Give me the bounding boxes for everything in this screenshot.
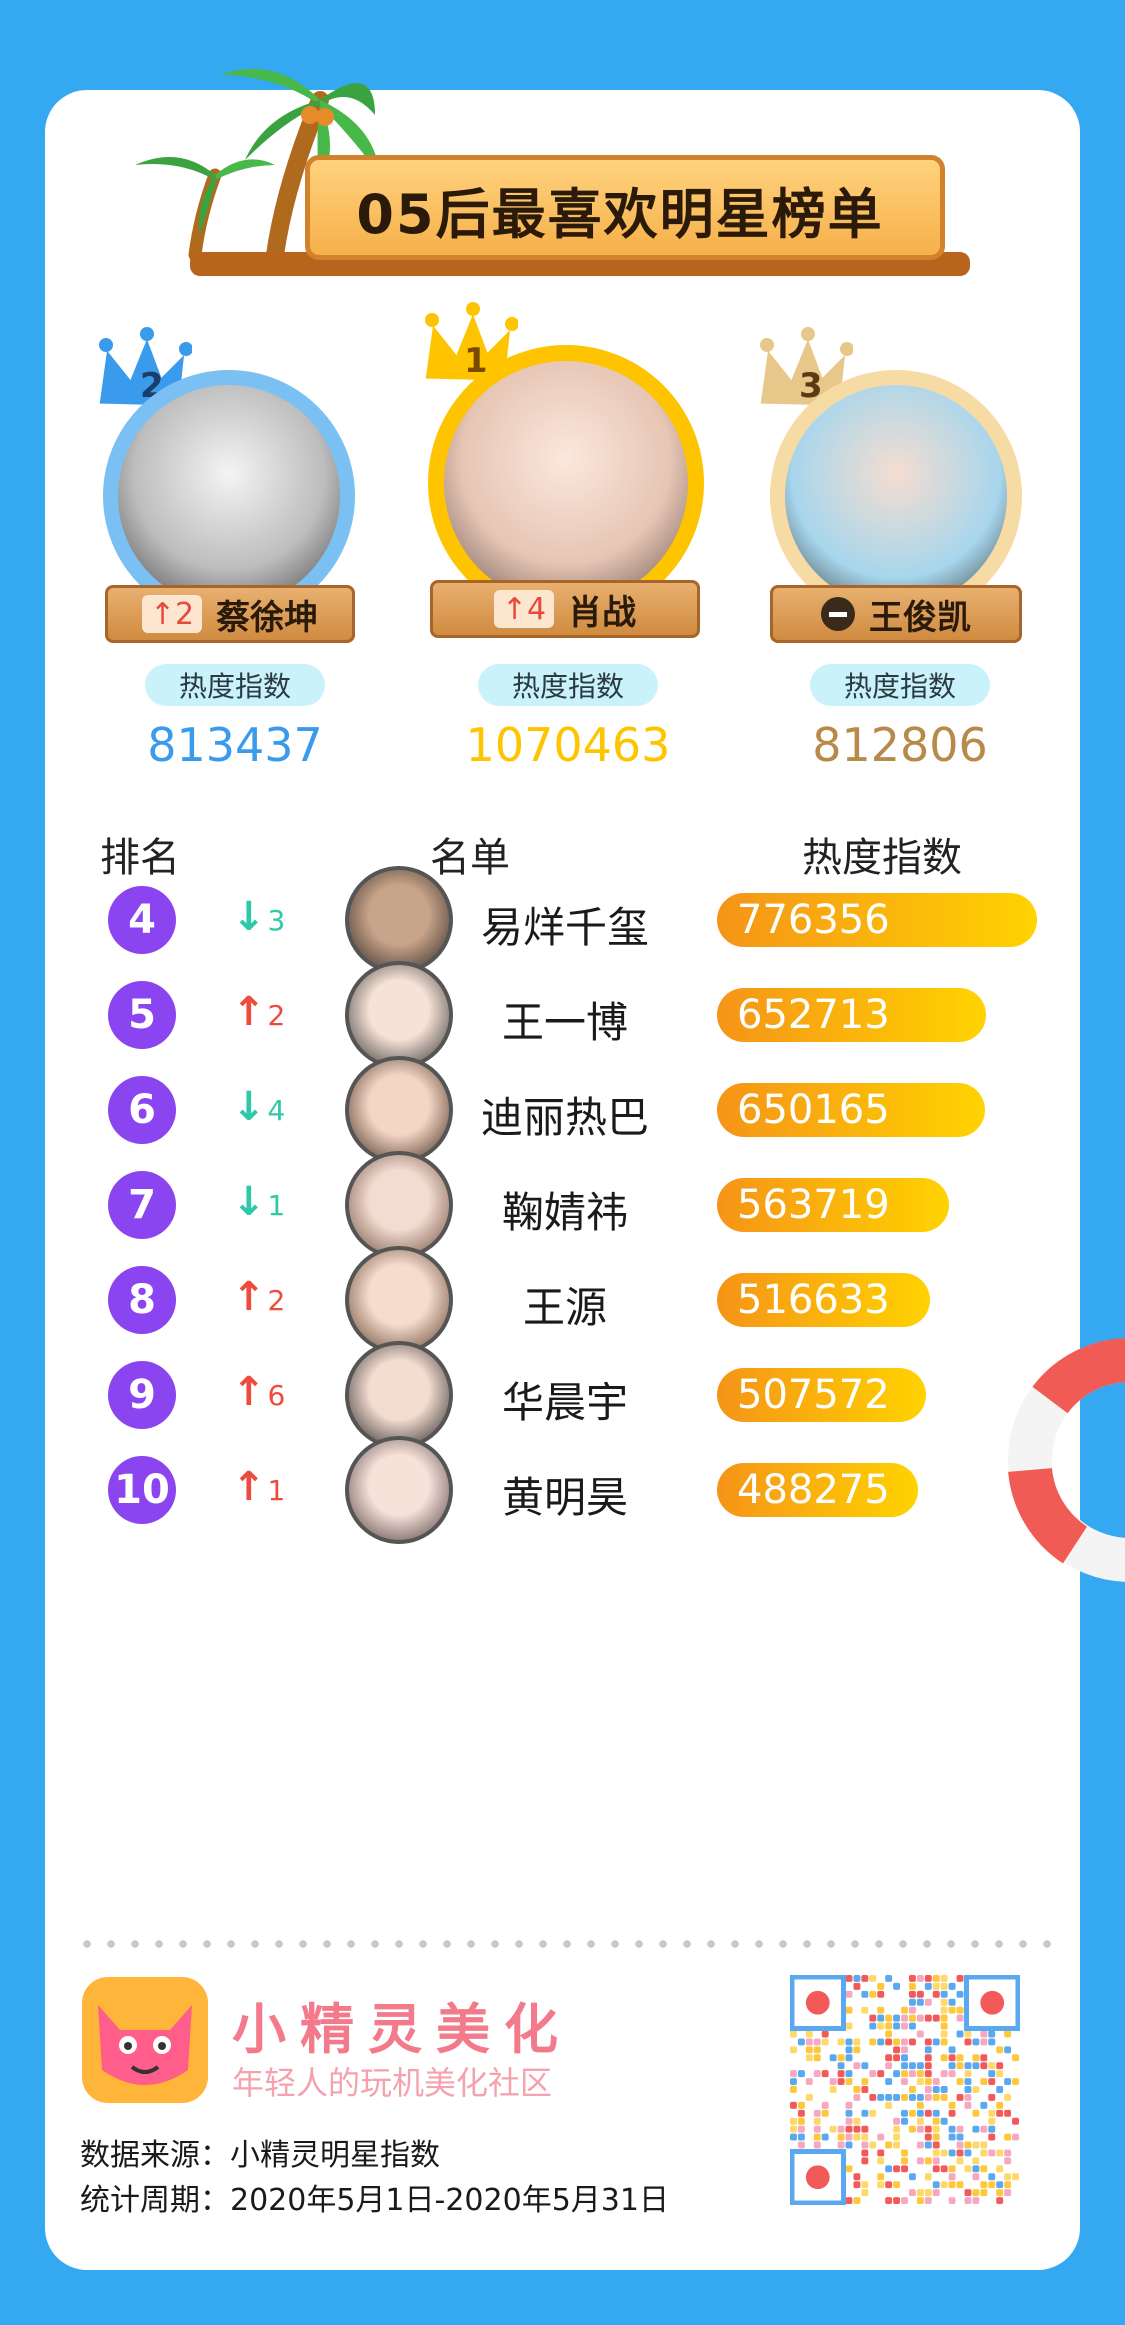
- rank-change: ↓ 1: [232, 1179, 285, 1225]
- brand-tagline: 年轻人的玩机美化社区: [232, 2064, 553, 2102]
- rank-change: ↑ 2: [232, 1274, 285, 1320]
- star-name: 王源: [522, 1283, 607, 1332]
- heat-bar: 650165: [717, 1083, 985, 1137]
- rank-change: ↓ 3: [232, 894, 285, 940]
- heat-bar: 563719: [717, 1178, 950, 1232]
- arrow-down-icon: ↓: [232, 894, 266, 940]
- arrow-up-icon: ↑: [232, 1369, 266, 1415]
- rank-change: ↑ 4: [493, 590, 555, 628]
- rank-badge: 4: [108, 886, 176, 954]
- rank-change-value: 4: [267, 1094, 286, 1127]
- arrow-down-icon: ↓: [232, 1179, 266, 1225]
- rank-change-value: 1: [267, 1474, 286, 1507]
- star-name: 王一博: [501, 998, 628, 1047]
- arrow-down-icon: ↓: [232, 1084, 266, 1130]
- rank-badge: 6: [108, 1076, 176, 1144]
- qr-code[interactable]: [790, 1975, 1020, 2205]
- avatar: [118, 385, 340, 607]
- heat-score: 813437: [147, 718, 323, 772]
- name-plank: 王俊凯: [770, 585, 1022, 643]
- arrow-up-icon: ↑: [232, 989, 266, 1035]
- divider: [75, 1940, 1065, 1948]
- avatar: [345, 1436, 453, 1544]
- heat-bar: 652713: [717, 988, 987, 1042]
- avatar: [444, 361, 688, 605]
- name-plank: ↑ 2 蔡徐坤: [105, 585, 355, 643]
- page-title: 05后最喜欢明星榜单: [356, 183, 884, 246]
- rank-badge: 5: [108, 981, 176, 1049]
- stat-period: 统计周期：2020年5月1日-2020年5月31日: [80, 2183, 669, 2218]
- arrow-up-icon: ↑: [232, 1274, 266, 1320]
- rank-change-value: 2: [267, 999, 286, 1032]
- name-plank: ↑ 4 肖战: [430, 580, 700, 638]
- rank-change-value: 1: [267, 1189, 286, 1222]
- rank-change: ↑ 1: [232, 1464, 285, 1510]
- lifebuoy-icon: [1008, 1338, 1125, 1582]
- table-row: 10 ↑ 1 黄明昊 488275: [0, 1430, 1125, 1550]
- brand-name: 小精灵美化: [232, 1998, 572, 2061]
- star-name: 华晨宇: [501, 1378, 628, 1427]
- rank-badge: 10: [108, 1456, 176, 1524]
- heat-bar: 507572: [717, 1368, 927, 1422]
- heat-bar: 516633: [717, 1273, 930, 1327]
- star-name: 王俊凯: [869, 597, 971, 638]
- star-name: 肖战: [568, 592, 637, 633]
- rank-badge: 9: [108, 1361, 176, 1429]
- star-name: 易烊千玺: [480, 903, 649, 952]
- rank-change-value: 6: [267, 1379, 286, 1412]
- rank-change-value: 3: [267, 904, 286, 937]
- arrow-up-icon: ↑: [149, 596, 176, 632]
- arrow-up-icon: ↑: [232, 1464, 266, 1510]
- rank-badge: 8: [108, 1266, 176, 1334]
- data-source: 数据来源：小精灵明星指数: [80, 2138, 440, 2173]
- rank-change: ↑ 2: [232, 989, 285, 1035]
- app-logo: [82, 1977, 208, 2103]
- heat-bar: 776356: [717, 893, 1037, 947]
- rank-change: ↑ 2: [141, 595, 203, 633]
- rank-change-value: 2: [267, 1284, 286, 1317]
- heat-label: 热度指数: [810, 664, 990, 706]
- star-name: 黄明昊: [501, 1473, 628, 1522]
- star-name: 迪丽热巴: [480, 1093, 649, 1142]
- heat-score: 1070463: [465, 718, 671, 772]
- rank-change: ↓ 4: [232, 1084, 285, 1130]
- avatar: [785, 385, 1007, 607]
- star-name: 蔡徐坤: [216, 597, 319, 638]
- star-name: 鞠婧祎: [501, 1188, 628, 1237]
- heat-bar: 488275: [717, 1463, 919, 1517]
- rank-badge: 7: [108, 1171, 176, 1239]
- no-change-icon: [821, 597, 855, 631]
- rank-change: ↑ 6: [232, 1369, 285, 1415]
- arrow-up-icon: ↑: [501, 591, 528, 627]
- heat-score: 812806: [812, 718, 988, 772]
- heat-label: 热度指数: [145, 664, 325, 706]
- heat-label: 热度指数: [478, 664, 658, 706]
